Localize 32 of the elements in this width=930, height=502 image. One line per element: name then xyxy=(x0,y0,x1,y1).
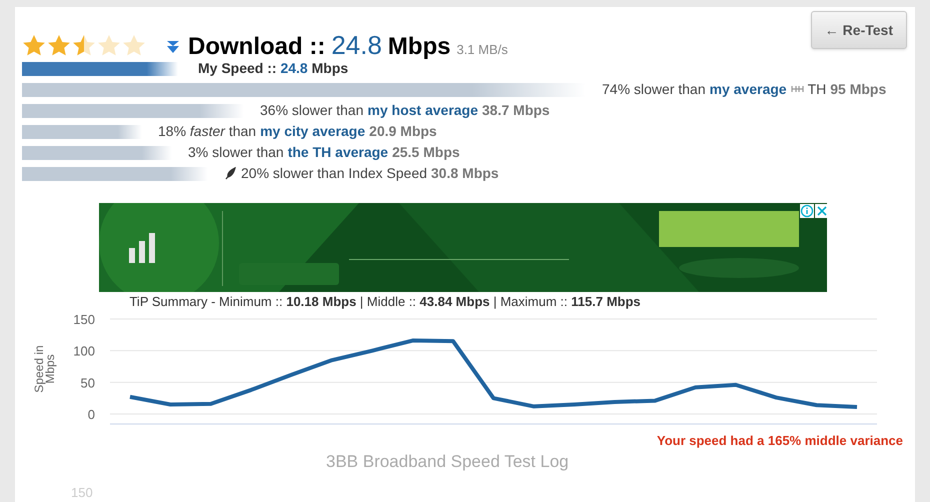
comparison-text: 18% faster than my city average 20.9 Mbps xyxy=(158,121,437,142)
average-link[interactable]: the TH average xyxy=(288,142,388,163)
speed-unit: Mbps xyxy=(388,32,451,62)
axis-tick-label: 150 xyxy=(73,312,95,327)
comparison-text: 3% slower than the TH average 25.5 Mbps xyxy=(188,142,460,163)
info-icon[interactable] xyxy=(800,204,814,218)
chart-title: TiP Summary - Minimum :: 10.18 Mbps | Middle :: 43.84 Mbps | Maximum :: 115.7 Mbps xyxy=(128,295,642,309)
chart-title: 3BB Broadband Speed Test Log xyxy=(326,450,570,472)
star-icon xyxy=(122,34,146,57)
arrow-down-icon xyxy=(166,40,180,54)
star-icon xyxy=(97,34,121,57)
star-icon xyxy=(22,34,46,57)
star-icon xyxy=(47,34,71,57)
star-icon xyxy=(72,34,96,57)
transfer-rate: 3.1 MB/s xyxy=(456,41,508,59)
average-link[interactable]: my city average xyxy=(260,121,366,142)
comparison-text: 74% slower than my average TH 95 Mbps xyxy=(602,79,886,100)
average-link[interactable]: my average xyxy=(710,79,787,100)
variance-note: Your speed had a 165% middle variance xyxy=(656,432,903,450)
axis-tick-label: 50 xyxy=(80,375,95,390)
close-icon[interactable] xyxy=(815,204,829,218)
average-link[interactable]: my host average xyxy=(368,100,478,121)
feather-icon xyxy=(224,167,237,180)
axis-title: Speed in Mbps xyxy=(32,345,57,393)
speed-value: 24.8 xyxy=(331,29,382,62)
retest-button[interactable]: ← Re-Test xyxy=(810,11,907,49)
axis-tick-label: 0 xyxy=(88,407,95,422)
comparison-text: 36% slower than my host average 38.7 Mbps xyxy=(260,100,550,121)
my-speed-label: My Speed :: 24.8 Mbps xyxy=(198,59,348,78)
download-heading: Download :: xyxy=(188,32,326,62)
comparison-text: 20% slower than Index Speed 30.8 Mbps xyxy=(224,163,499,184)
axis-tick-label: 100 xyxy=(73,344,95,359)
